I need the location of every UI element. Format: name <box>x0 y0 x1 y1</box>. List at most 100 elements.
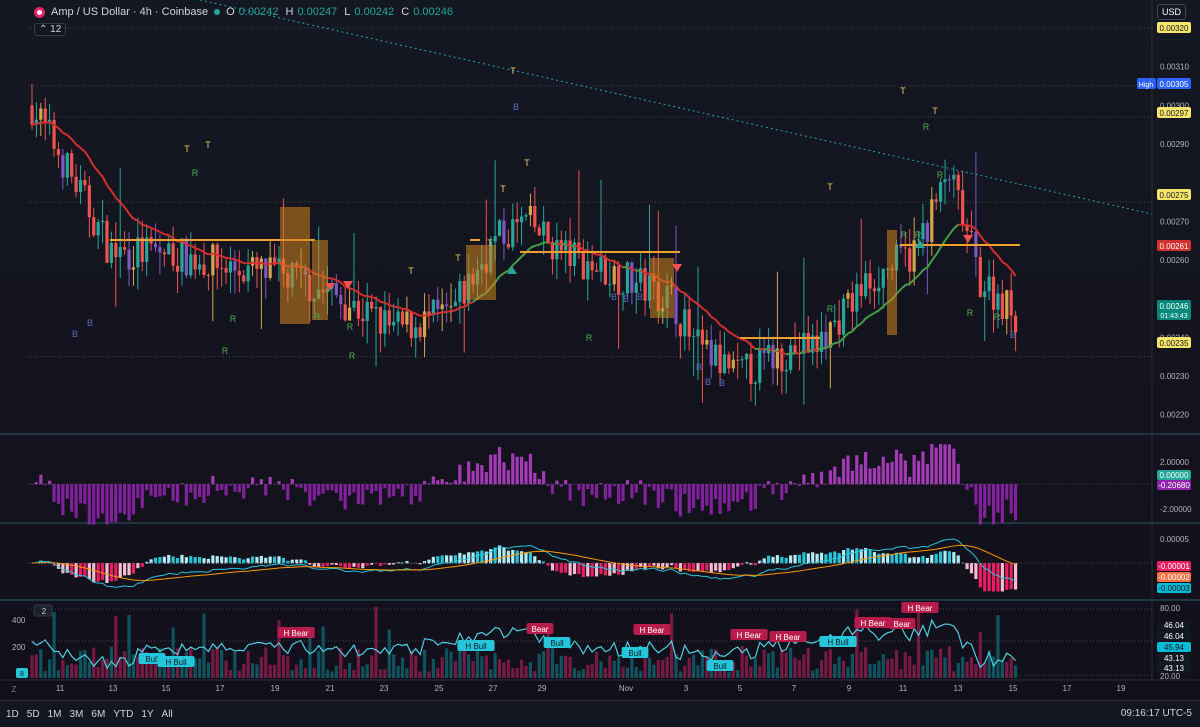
candle-body <box>30 105 33 124</box>
osc1-bar <box>83 484 86 504</box>
open-value: 0.00242 <box>239 6 279 18</box>
volume-bar <box>758 666 761 678</box>
osc2-bar <box>992 563 995 592</box>
osc1-bar <box>414 484 417 496</box>
tf-5d[interactable]: 5D <box>27 709 40 720</box>
divergence-tag: Bull <box>713 662 727 671</box>
chart-canvas[interactable]: TBTTTTRTTTTTTRRRRRRRRRRRRRRBBBBBBBBB0.00… <box>0 0 1200 700</box>
volume-bar <box>247 651 250 678</box>
volume-bar <box>577 671 580 678</box>
indicators-toggle[interactable]: ⌃ 12 <box>34 23 66 36</box>
candle-body <box>604 257 607 285</box>
moving-average-segment <box>266 264 270 265</box>
volume-bar <box>917 608 920 678</box>
chart-root[interactable]: TBTTTTRTTTTTTRRRRRRRRRRRRRRBBBBBBBBB0.00… <box>0 0 1200 726</box>
candle-body <box>864 273 867 296</box>
candle-body <box>105 221 108 263</box>
tf-1y[interactable]: 1Y <box>141 709 153 720</box>
candle-body <box>273 257 276 263</box>
candle-body <box>498 220 501 235</box>
price-label: 0.00261 <box>1160 242 1189 251</box>
osc1-bar <box>97 484 100 518</box>
osc1-bar <box>339 484 342 501</box>
price-tick: 0.00270 <box>1160 217 1189 226</box>
moving-average-segment <box>94 166 98 172</box>
candle-body <box>952 175 955 180</box>
volume-bar <box>882 654 885 678</box>
volume-bar <box>216 648 219 678</box>
osc3-label: 46.04 <box>1164 621 1185 630</box>
currency-selector[interactable]: USD <box>1157 4 1186 20</box>
osc2-bar <box>83 563 86 576</box>
candle-body <box>873 288 876 291</box>
volume-bar <box>313 668 316 678</box>
volume-bar <box>379 669 382 678</box>
tf-6m[interactable]: 6M <box>91 709 105 720</box>
candle-body <box>771 345 774 368</box>
moving-average-segment <box>897 289 901 294</box>
osc1-bar <box>771 484 774 494</box>
tf-ytd[interactable]: YTD <box>113 709 133 720</box>
volume-bar <box>167 666 170 678</box>
moving-average-segment <box>879 306 883 310</box>
osc2-bar <box>123 563 126 575</box>
osc1-bar <box>643 484 646 505</box>
moving-average-segment <box>733 335 737 338</box>
volume-bar <box>529 662 532 678</box>
osc1-bar <box>899 454 902 485</box>
candle-body <box>599 257 602 272</box>
moving-average-segment <box>253 263 257 264</box>
candle-body <box>988 277 991 292</box>
tf-all[interactable]: All <box>162 709 173 720</box>
tf-1d[interactable]: 1D <box>6 709 19 720</box>
moving-average-segment <box>711 317 715 320</box>
osc1-bar <box>652 484 655 491</box>
osc1-bar <box>635 484 638 493</box>
time-tick: 15 <box>162 684 171 693</box>
candle-body <box>75 177 78 192</box>
osc2-bar <box>277 556 280 563</box>
osc1-bar <box>317 484 320 495</box>
signal-letter: B <box>87 318 93 328</box>
tf-1m[interactable]: 1M <box>48 709 62 720</box>
moving-average-segment <box>583 250 587 251</box>
candle-body <box>705 340 708 345</box>
osc1-bar <box>410 484 413 505</box>
tf-3m[interactable]: 3M <box>70 709 84 720</box>
moving-average-segment <box>557 244 561 245</box>
osc1-bar <box>727 484 730 511</box>
candle-body <box>180 239 183 272</box>
price-label: 0.00305 <box>1160 80 1189 89</box>
candle-body <box>838 321 841 335</box>
moving-average-segment <box>133 219 137 221</box>
candle-body <box>366 302 369 321</box>
volume-bar <box>211 649 214 678</box>
osc1-bar <box>670 484 673 489</box>
signal-letter: B <box>1010 330 1016 340</box>
candle-body <box>110 243 113 263</box>
price-tick: 0.00310 <box>1160 63 1189 72</box>
candle-body <box>745 354 748 359</box>
moving-average-segment <box>513 261 517 265</box>
moving-average-segment <box>517 257 521 261</box>
moving-average-segment <box>530 246 534 248</box>
candle-body <box>136 237 139 267</box>
moving-average-segment <box>142 225 146 226</box>
candle-body <box>926 223 929 242</box>
osc2-bar <box>648 563 651 567</box>
candle-body <box>374 307 377 308</box>
candle-body <box>877 288 880 291</box>
volume-bar <box>899 669 902 678</box>
osc2-bar <box>591 563 594 577</box>
osc1-bar <box>1005 484 1008 500</box>
volume-bar <box>860 652 863 678</box>
symbol-title[interactable]: Amp / US Dollar · 4h · Coinbase <box>51 6 208 18</box>
moving-average-segment <box>694 301 698 304</box>
close-value: 0.00246 <box>413 6 453 18</box>
time-tick: Nov <box>619 684 633 693</box>
candle-body <box>882 269 885 288</box>
candle-body <box>983 291 986 297</box>
osc1-label: -0.20680 <box>1158 481 1190 490</box>
moving-average-segment <box>874 310 878 313</box>
symbol-legend[interactable]: Amp / US Dollar · 4h · Coinbase O0.00242… <box>34 4 457 20</box>
